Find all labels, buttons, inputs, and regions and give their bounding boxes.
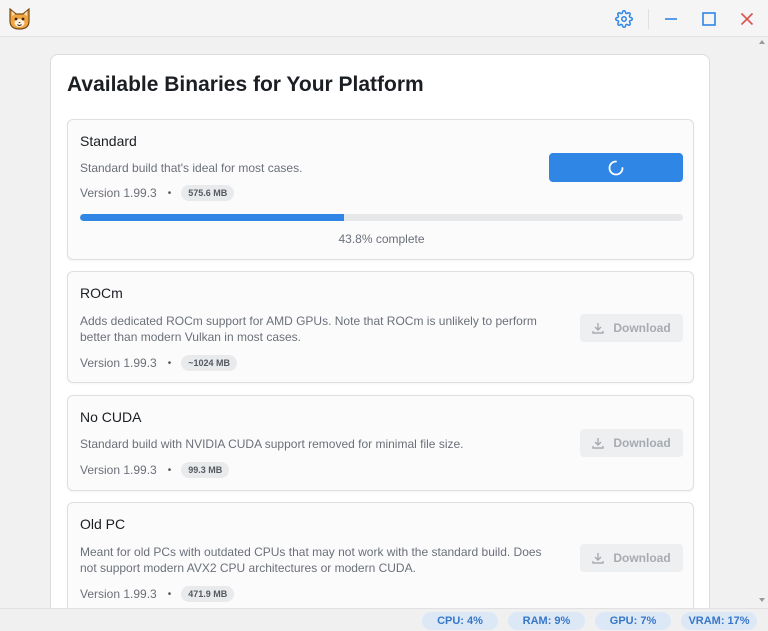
version-label: Version 1.99.3: [80, 356, 157, 370]
minimize-button[interactable]: [658, 6, 684, 32]
meta-separator: •: [167, 464, 172, 476]
card-title: Standard: [80, 133, 137, 149]
binary-card-old-pc: Old PC Meant for old PCs with outdated C…: [67, 502, 694, 608]
download-icon: [592, 437, 605, 449]
card-meta: Version 1.99.3 • 471.9 MB: [80, 586, 235, 602]
card-description: Standard build with NVIDIA CUDA support …: [80, 437, 464, 451]
binary-card-no-cuda: No CUDA Standard build with NVIDIA CUDA …: [67, 395, 694, 491]
size-badge: 99.3 MB: [181, 462, 230, 478]
gpu-usage-badge: GPU: 7%: [595, 612, 671, 630]
size-badge: 471.9 MB: [181, 586, 235, 602]
version-label: Version 1.99.3: [80, 186, 157, 200]
progress-fill: [80, 214, 345, 221]
main-content: Available Binaries for Your Platform Sta…: [0, 38, 757, 608]
cat-face-icon: [7, 7, 32, 31]
page-title: Available Binaries for Your Platform: [67, 73, 424, 96]
meta-separator: •: [167, 588, 172, 600]
download-icon: [592, 322, 605, 334]
settings-button[interactable]: [611, 6, 637, 32]
maximize-icon: [702, 12, 716, 26]
card-meta: Version 1.99.3 • 99.3 MB: [80, 462, 230, 478]
title-bar: [0, 0, 768, 37]
binaries-panel: Available Binaries for Your Platform Sta…: [50, 54, 710, 608]
card-description: Meant for old PCs with outdated CPUs tha…: [80, 545, 542, 575]
meta-separator: •: [167, 357, 172, 369]
binary-card-rocm: ROCm Adds dedicated ROCm support for AMD…: [67, 271, 694, 383]
size-badge: ~1024 MB: [181, 355, 238, 371]
card-title: No CUDA: [80, 409, 142, 425]
gear-icon: [615, 10, 633, 28]
scroll-down-arrow-icon[interactable]: [759, 598, 765, 602]
card-meta: Version 1.99.3 • 575.6 MB: [80, 185, 235, 201]
version-label: Version 1.99.3: [80, 463, 157, 477]
close-button[interactable]: [734, 6, 760, 32]
ram-usage-badge: RAM: 9%: [508, 612, 585, 630]
spinner-icon: [608, 160, 624, 176]
download-label: Download: [613, 551, 671, 565]
download-button[interactable]: Download: [580, 429, 683, 457]
minimize-icon: [664, 12, 678, 26]
status-bar: CPU: 4% RAM: 9% GPU: 7% VRAM: 17%: [0, 608, 768, 631]
titlebar-separator: [648, 9, 649, 29]
vram-usage-badge: VRAM: 17%: [681, 612, 757, 630]
download-button[interactable]: Download: [580, 314, 683, 342]
vertical-scrollbar[interactable]: [757, 38, 768, 608]
card-description: Adds dedicated ROCm support for AMD GPUs…: [80, 314, 537, 344]
download-label: Download: [613, 321, 671, 335]
binary-card-standard: Standard Standard build that's ideal for…: [67, 119, 694, 260]
maximize-button[interactable]: [696, 6, 722, 32]
version-label: Version 1.99.3: [80, 587, 157, 601]
download-button[interactable]: Download: [580, 544, 683, 572]
download-progress-bar: [80, 214, 683, 221]
progress-text: 43.8% complete: [338, 232, 425, 246]
meta-separator: •: [167, 187, 172, 199]
download-icon: [592, 552, 605, 564]
card-title: Old PC: [80, 516, 126, 532]
scroll-up-arrow-icon[interactable]: [759, 40, 765, 44]
cpu-usage-badge: CPU: 4%: [422, 612, 498, 630]
size-badge: 575.6 MB: [181, 185, 235, 201]
card-meta: Version 1.99.3 • ~1024 MB: [80, 355, 238, 371]
close-icon: [740, 12, 754, 26]
downloading-button[interactable]: [549, 153, 683, 182]
card-title: ROCm: [80, 285, 123, 301]
card-description: Standard build that's ideal for most cas…: [80, 161, 303, 175]
download-label: Download: [613, 436, 671, 450]
